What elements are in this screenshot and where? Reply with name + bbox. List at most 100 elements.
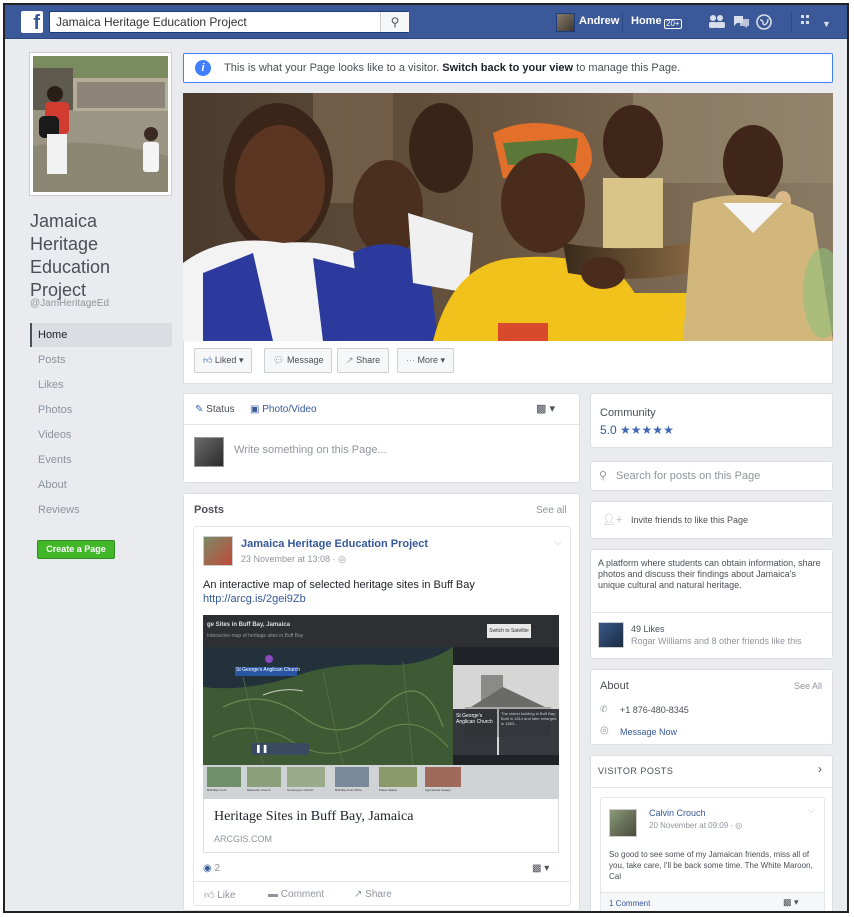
post-author-link[interactable]: Jamaica Heritage Education Project (241, 538, 428, 550)
home-badge: 20+ (664, 19, 682, 29)
link-preview-caption[interactable]: Heritage Sites in Buff Bay, Jamaica ARCG… (203, 799, 559, 853)
messages-icon[interactable] (732, 14, 750, 31)
left-nav-likes[interactable]: Likes (30, 373, 172, 397)
about-see-all-link[interactable]: See All (794, 681, 822, 691)
left-nav-reviews[interactable]: Reviews (30, 498, 172, 522)
message-now-link[interactable]: Message Now (620, 727, 677, 737)
search-posts-input[interactable]: ⚲ Search for posts on this Page (590, 461, 833, 491)
visitor-post-chevron-down-icon[interactable]: ⌵ (808, 805, 815, 816)
liked-button[interactable]: 👍︎ Liked ▾ (194, 348, 253, 373)
composer-input[interactable]: Write something on this Page... (234, 444, 387, 456)
likes-count[interactable]: 49 Likes (631, 624, 665, 634)
visitor-avatar[interactable] (609, 809, 637, 837)
share-label: Share (356, 355, 381, 365)
link-preview-domain: ARCGIS.COM (214, 834, 273, 844)
cover-photo[interactable] (183, 93, 833, 341)
visitor-posts-chevron-right-icon[interactable]: › (818, 762, 822, 776)
globe-icon: ◎ (735, 821, 743, 830)
more-label: More (417, 355, 439, 365)
post-timestamp[interactable]: 23 November at 13:08 · (241, 554, 338, 564)
profile-picture[interactable] (30, 53, 171, 195)
post-share-button[interactable]: ↗ Share (354, 889, 392, 900)
phone-icon: ✆ (600, 704, 608, 714)
map-thumbnail[interactable] (425, 767, 461, 787)
user-name-link[interactable]: Andrew (579, 15, 619, 27)
post-share-label: Share (365, 889, 392, 900)
search-button[interactable]: ⚲ (380, 12, 409, 32)
left-nav-posts[interactable]: Posts (30, 348, 172, 372)
composer-divider (184, 424, 579, 425)
page-name[interactable]: Jamaica Heritage Education Project (30, 210, 170, 302)
rating-value: 5.0 (600, 423, 617, 437)
map-thumbnail[interactable] (247, 767, 281, 787)
account-menu-chevron-down-icon[interactable]: ▼ (822, 16, 831, 32)
messenger-icon: ◎ (600, 725, 609, 736)
comment-label: Comment (280, 889, 325, 900)
post-audience-icon[interactable]: ▩ ▾ (532, 863, 549, 874)
star-icon: ★★★★★ (620, 423, 674, 437)
link-preview-image[interactable]: ge Sites in Buff Bay, Jamaica Interactiv… (203, 615, 559, 799)
left-nav-home[interactable]: Home (30, 323, 172, 347)
map-switch-button[interactable]: Switch to Satellite (487, 624, 531, 638)
map-marker-label[interactable]: St George's Anglican Church (236, 667, 300, 673)
add-friend-icon: 👤︎+ (602, 514, 623, 526)
globe-icon[interactable] (756, 14, 772, 33)
about-divider (591, 612, 832, 613)
friends-icon[interactable] (708, 14, 726, 31)
composer-avatar (194, 437, 224, 467)
comment-button[interactable]: ▬ Comment (268, 889, 324, 900)
reaction-count: 2 (214, 863, 221, 874)
photo-video-tab[interactable]: ▣ Photo/Video (250, 404, 317, 415)
visitor-post-meta: 20 November at 09:09 · ◎ (649, 821, 742, 830)
visitor-post-timestamp[interactable]: 20 November at 09:09 · (649, 821, 735, 830)
search-input-value: Jamaica Heritage Education Project (56, 15, 247, 29)
post-options-chevron-down-icon[interactable]: ⌵ (554, 537, 562, 548)
photo-video-label: Photo/Video (262, 404, 317, 415)
like-label: Like (217, 890, 236, 901)
left-nav-about[interactable]: About (30, 473, 172, 497)
audience-icon[interactable]: ▩ ▾ (536, 402, 555, 415)
pause-icon: ❚❚ (255, 744, 269, 753)
posts-see-all-link[interactable]: See all (536, 505, 567, 516)
share-button[interactable]: ↗ Share (337, 348, 390, 373)
post-author-avatar[interactable] (203, 536, 233, 566)
visitor-author-link[interactable]: Calvin Crouch (649, 808, 706, 818)
visitor-audience-icon[interactable]: ▩ ▾ (783, 897, 799, 908)
visitor-comments-link[interactable]: 1 Comment (609, 899, 650, 908)
map-play-control[interactable]: ❚❚ (251, 743, 309, 755)
left-nav-photos[interactable]: Photos (30, 398, 172, 422)
map-thumbnail[interactable] (207, 767, 241, 787)
visitor-post-footer: 1 Comment ▩ ▾ (601, 892, 824, 911)
invite-friends-box[interactable]: 👤︎+ Invite friends to like this Page (590, 501, 833, 539)
map-thumbnail[interactable] (287, 767, 325, 787)
left-nav-videos[interactable]: Videos (30, 423, 172, 447)
liked-label: Liked (214, 355, 237, 365)
more-button[interactable]: ··· More ▾ (397, 348, 455, 373)
map-header: ge Sites in Buff Bay, Jamaica Interactiv… (203, 615, 559, 647)
left-nav-events[interactable]: Events (30, 448, 172, 472)
visitor-post-card: Calvin Crouch 20 November at 09:09 · ◎ ⌵… (600, 797, 825, 911)
post-url-link[interactable]: http://arcg.is/2gei9Zb (203, 593, 306, 605)
message-button[interactable]: 💬︎ Message (264, 348, 333, 373)
page-handle[interactable]: @JamHeritageEd (30, 298, 109, 309)
create-page-button[interactable]: Create a Page (37, 540, 115, 559)
facebook-logo[interactable]: f (21, 11, 43, 34)
switch-view-link[interactable]: Switch back to your view (442, 62, 573, 74)
friend-avatar[interactable] (598, 622, 624, 648)
posts-section: Posts See all Jamaica Heritage Education… (183, 493, 580, 911)
settings-icon[interactable] (801, 14, 815, 32)
about-box: About See All ✆ +1 876-480-8345 ◎ Messag… (590, 669, 833, 745)
map-thumbnail[interactable] (335, 767, 369, 787)
share-icon: ↗ (354, 889, 363, 900)
status-tab[interactable]: ✎ Status (195, 404, 235, 415)
visitor-divider (591, 787, 832, 788)
user-avatar[interactable] (556, 13, 575, 32)
home-link[interactable]: Home (631, 15, 662, 27)
search-input[interactable]: Jamaica Heritage Education Project ⚲ (49, 11, 409, 33)
cover-photo-scene (183, 93, 833, 341)
friends-like-text[interactable]: Rogar Williams and 8 other friends like … (631, 636, 802, 646)
reaction-summary[interactable]: ◉ 2 (203, 863, 220, 874)
map-thumbnail[interactable] (379, 767, 417, 787)
like-button[interactable]: 👍︎ Like (204, 889, 236, 901)
community-rating[interactable]: 5.0 ★★★★★ (600, 423, 674, 437)
